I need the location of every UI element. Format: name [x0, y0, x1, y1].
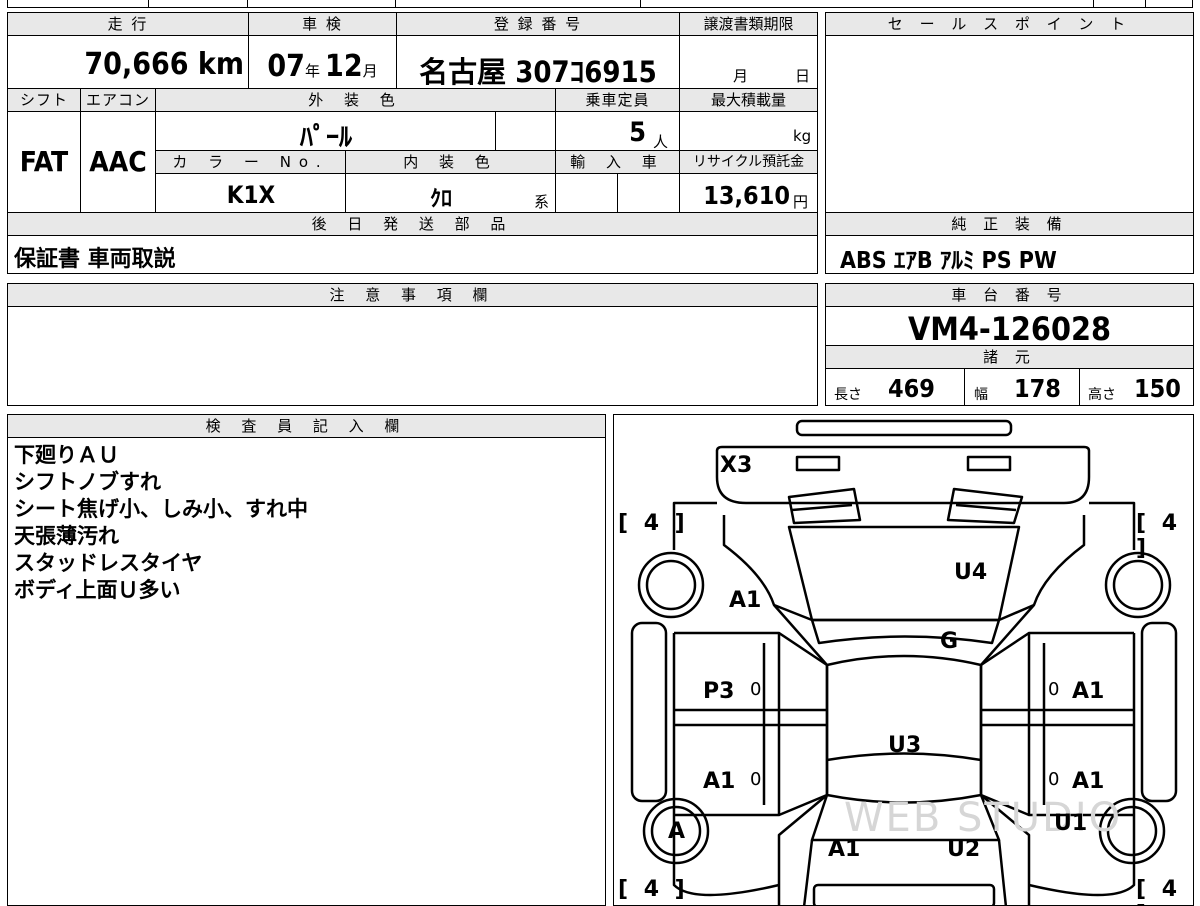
later-shipping-value: 保証書 車両取説	[14, 247, 176, 272]
interior-color-label: 内 装 色	[346, 151, 556, 174]
capacity-value: 5	[629, 117, 646, 148]
inspection-year-unit: 年	[304, 62, 320, 80]
later-shipping-label: 後 日 発 送 部 品	[8, 213, 817, 236]
color-no-label: カ ラ ー No.	[156, 151, 346, 174]
damage-windshield: G	[940, 629, 959, 654]
recycle-unit: 円	[793, 193, 809, 211]
tire-tread-front-right: [ 4 ]	[1136, 511, 1182, 561]
sales-point-label: セ ー ル ス ポ イ ン ト	[826, 13, 1193, 36]
car-diagram-box: WEB STUDIO [ 4 ] [ 4 ] [ 4 ] [ 4 ] X3 U4…	[613, 414, 1194, 906]
mileage-label: 走 行	[8, 13, 249, 36]
zero-mark: 0	[750, 679, 762, 700]
exterior-color-value: ﾊﾟｰﾙ	[299, 123, 352, 153]
notes-box: 注 意 事 項 欄	[7, 283, 818, 406]
specs-label: 諸 元	[826, 345, 1193, 369]
exterior-color-label: 外 装 色	[156, 89, 556, 112]
transfer-month-unit: 月	[733, 67, 749, 85]
transfer-day-unit: 日	[795, 67, 811, 85]
width-label: 幅	[974, 387, 988, 403]
interior-color-suffix: 系	[534, 193, 550, 211]
sales-point-box: セ ー ル ス ポ イ ン ト	[825, 12, 1194, 214]
damage-right-front-door: A1	[1072, 679, 1105, 704]
remark-line: シフトノブすれ	[14, 470, 161, 494]
inspector-remarks-box: 検 査 員 記 入 欄 下廻りＡＵ シフトノブすれ シート焦げ小、しみ小、すれ中…	[7, 414, 606, 906]
tire-tread-front-left: [ 4 ]	[618, 511, 689, 536]
damage-front-bumper: X3	[720, 453, 753, 478]
chassis-box: 車 台 番 号 VM4-126028 諸 元 長さ 469 幅 178 高さ 1…	[825, 283, 1194, 406]
ac-value: AAC	[89, 145, 147, 178]
zero-mark: 0	[1048, 769, 1060, 790]
max-load-unit: kg	[793, 127, 812, 145]
height-label: 高さ	[1088, 387, 1116, 403]
remark-line: 下廻りＡＵ	[14, 443, 119, 467]
damage-trunk-left: A1	[828, 837, 861, 862]
registration-number: 名古屋 307ｺ6915	[419, 55, 657, 89]
length-value: 469	[888, 374, 935, 403]
width-value: 178	[1014, 374, 1061, 403]
remark-line: シート焦げ小、しみ小、すれ中	[14, 497, 308, 521]
inspection-month-unit: 月	[362, 62, 378, 80]
inspector-label: 検 査 員 記 入 欄	[8, 415, 605, 438]
damage-front-left-fender: A1	[729, 588, 762, 613]
capacity-label: 乗車定員	[556, 89, 680, 112]
top-strip	[0, 0, 1200, 8]
max-load-label: 最大積載量	[680, 89, 817, 112]
damage-trunk-right: U2	[947, 837, 981, 862]
recycle-value: 13,610	[703, 181, 790, 210]
damage-right-rear-door: A1	[1072, 769, 1105, 794]
inspector-remarks-list: 下廻りＡＵ シフトノブすれ シート焦げ小、しみ小、すれ中 天張薄汚れ スタッドレ…	[14, 442, 308, 604]
tire-tread-rear-right: [ 4 ]	[1136, 877, 1182, 905]
damage-left-rear-door: A1	[703, 769, 736, 794]
inspection-month: 12	[325, 49, 363, 84]
remark-line: ボディ上面Ｕ多い	[14, 578, 181, 602]
inspection-date: 07年 12月	[249, 49, 396, 84]
damage-roof: U3	[888, 733, 922, 758]
color-no-value: K1X	[226, 181, 276, 209]
inspection-label: 車 検	[249, 13, 397, 36]
recycle-label: リサイクル預託金	[680, 151, 817, 174]
remark-line: 天張薄汚れ	[14, 524, 119, 548]
tire-tread-rear-left: [ 4 ]	[618, 877, 689, 902]
zero-mark: 0	[750, 769, 762, 790]
genuine-equipment-box: 純 正 装 備 ABS ｴｱB ｱﾙﾐ PS PW	[825, 212, 1194, 274]
shift-value: FAT	[19, 145, 69, 178]
ac-label: エアコン	[81, 89, 156, 112]
genuine-equipment-value: ABS ｴｱB ｱﾙﾐ PS PW	[840, 248, 1057, 274]
height-value: 150	[1134, 374, 1181, 403]
transfer-deadline-label: 譲渡書類期限	[680, 13, 817, 36]
damage-rear-right-fender: U1	[1054, 811, 1088, 836]
zero-mark: 0	[1048, 679, 1060, 700]
damage-rear-left-wheel: A	[668, 819, 686, 844]
capacity-unit: 人	[653, 133, 669, 151]
interior-color-value: ｸﾛ	[429, 187, 452, 212]
registration-label: 登 録 番 号	[397, 13, 680, 36]
import-label: 輸 入 車	[556, 151, 680, 174]
damage-left-front-door: P3	[703, 679, 735, 704]
inspection-year: 07	[267, 49, 305, 84]
chassis-label: 車 台 番 号	[826, 284, 1193, 307]
vehicle-info-table: 走 行 車 検 登 録 番 号 譲渡書類期限 70,666 km 07年 12月…	[7, 12, 818, 214]
mileage-value: 70,666 km	[84, 47, 244, 82]
chassis-number: VM4-126028	[907, 310, 1112, 348]
later-shipping-parts: 後 日 発 送 部 品 保証書 車両取説	[7, 212, 818, 274]
length-label: 長さ	[834, 387, 862, 403]
notes-label: 注 意 事 項 欄	[8, 284, 817, 307]
damage-hood: U4	[954, 560, 988, 585]
genuine-equipment-label: 純 正 装 備	[826, 213, 1193, 236]
shift-label: シフト	[8, 89, 81, 112]
remark-line: スタッドレスタイヤ	[14, 551, 203, 575]
